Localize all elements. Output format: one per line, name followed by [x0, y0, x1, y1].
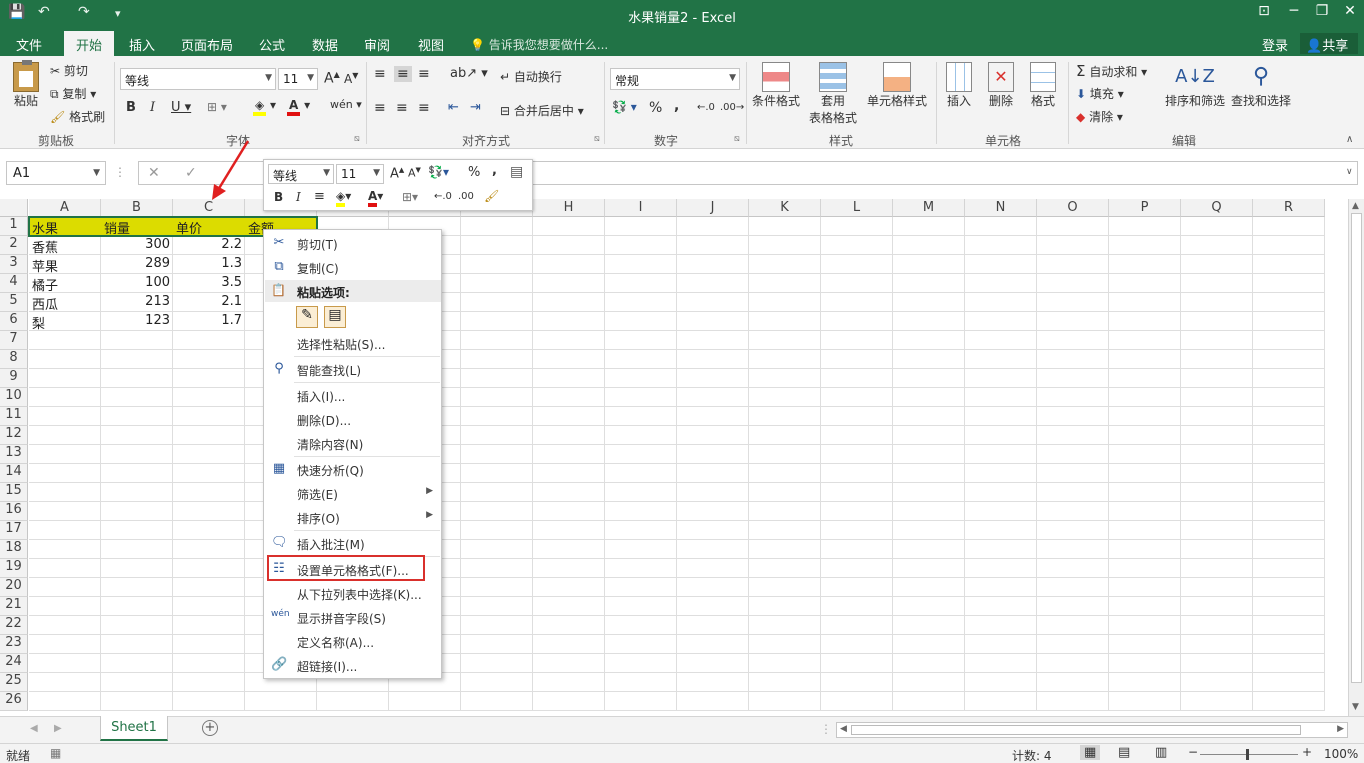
- scroll-thumb[interactable]: [1351, 213, 1362, 683]
- menu-item-copy[interactable]: ⧉ 复制(C): [265, 256, 441, 278]
- status-bar: 就绪 ▦ 计数: 4 ▦ ▤ ▥ − + 100%: [0, 743, 1364, 763]
- zoom-in-button[interactable]: +: [1302, 745, 1312, 759]
- link-icon: 🔗: [271, 657, 288, 672]
- menu-separator: [294, 530, 440, 531]
- mini-percent-button[interactable]: %: [468, 165, 480, 180]
- menu-cut-label: 剪切(T): [297, 238, 338, 252]
- menu-quick-analysis-label: 快速分析(Q): [297, 464, 364, 478]
- paste-values-icon[interactable]: ▤: [324, 306, 346, 328]
- menu-clear-label: 清除内容(N): [297, 438, 364, 452]
- annotation-arrow: [212, 140, 250, 200]
- next-sheet-icon[interactable]: ▶: [54, 723, 62, 734]
- page-layout-view-icon[interactable]: ▤: [1118, 745, 1130, 760]
- decrease-decimal-icon[interactable]: .00: [458, 191, 474, 202]
- sheet-tab-sheet1[interactable]: Sheet1: [100, 716, 168, 741]
- ready-status: 就绪: [6, 749, 31, 763]
- mini-toolbar: 等线 ▼ 11 ▼ A▲ A▼ 💱▾ % , ▤ B I ≡ ◈▾ A▾ ⊞▾ ←.…: [263, 159, 533, 211]
- scroll-right-icon[interactable]: ▶: [1337, 724, 1344, 734]
- normal-view-icon[interactable]: ▦: [1080, 745, 1101, 760]
- paste-keep-source-icon[interactable]: ✎: [296, 306, 318, 328]
- align-center-icon[interactable]: ≡: [314, 189, 325, 204]
- mini-size-combo[interactable]: 11 ▼: [336, 164, 384, 184]
- menu-filter-label: 筛选(E): [297, 488, 338, 502]
- zoom-slider-thumb[interactable]: [1246, 749, 1249, 760]
- brush-icon[interactable]: 🖌: [484, 189, 499, 203]
- menu-item-cut[interactable]: ✂ 剪切(T): [265, 232, 441, 254]
- prev-sheet-icon[interactable]: ◀: [30, 723, 38, 734]
- sheet-tab-bar: ◀ ▶ Sheet1 + ⋮ ◀ ▶: [0, 716, 1364, 743]
- menu-item-quick-analysis[interactable]: ▦ 快速分析(Q): [265, 458, 441, 480]
- count-status: 计数: 4: [1012, 749, 1052, 763]
- menu-hyperlink-label: 超链接(I)...: [297, 660, 358, 674]
- more-icon: ⋮: [820, 722, 832, 736]
- clipboard-icon: 📋: [271, 283, 286, 297]
- menu-insert-label: 插入(I)...: [297, 390, 346, 404]
- menu-sort-label: 排序(O): [297, 512, 340, 526]
- scissors-icon: ✂: [273, 235, 285, 250]
- menu-insert-comment-label: 插入批注(M): [297, 538, 365, 552]
- format-table-icon[interactable]: ▤: [510, 164, 523, 180]
- menu-item-hyperlink[interactable]: 🔗 超链接(I)...: [265, 654, 441, 676]
- mini-font-value: 等线: [273, 169, 298, 183]
- menu-item-smart-lookup[interactable]: ⚲ 智能查找(L): [265, 358, 441, 380]
- increase-decimal-icon[interactable]: ←.0: [434, 191, 452, 202]
- phonetic-icon: wén: [271, 609, 290, 619]
- macro-record-icon[interactable]: ▦: [50, 746, 61, 760]
- copy-icon: ⧉: [274, 259, 284, 274]
- scroll-up-icon[interactable]: ▲: [1352, 201, 1359, 211]
- menu-copy-label: 复制(C): [297, 262, 339, 276]
- menu-delete-label: 删除(D)...: [297, 414, 352, 428]
- grow-font-icon[interactable]: A▲: [390, 166, 404, 181]
- menu-item-insert-comment[interactable]: 🗨 插入批注(M): [265, 532, 441, 554]
- menu-separator: [294, 382, 440, 383]
- menu-item-sort[interactable]: 排序(O) ▶: [265, 506, 441, 528]
- mini-comma-button[interactable]: ,: [492, 163, 497, 178]
- accounting-format-icon[interactable]: 💱▾: [428, 165, 449, 179]
- border-icon[interactable]: ⊞▾: [402, 190, 418, 204]
- mini-bold-button[interactable]: B: [274, 190, 283, 204]
- scroll-down-icon[interactable]: ▼: [1352, 702, 1359, 712]
- menu-item-pick-list[interactable]: 从下拉列表中选择(K)...: [265, 582, 441, 604]
- menu-item-delete[interactable]: 删除(D)...: [265, 408, 441, 430]
- fill-color-icon[interactable]: ◈▾: [336, 189, 351, 207]
- horizontal-scrollbar[interactable]: ◀ ▶: [836, 722, 1348, 738]
- chevron-right-icon: ▶: [426, 510, 433, 520]
- menu-item-phonetic[interactable]: wén 显示拼音字段(S): [265, 606, 441, 628]
- mini-italic-button[interactable]: I: [296, 190, 301, 204]
- context-menu: ✂ 剪切(T) ⧉ 复制(C) 📋 粘贴选项: ✎ ▤ 选择性粘贴(S)... ⚲ 智能…: [263, 229, 442, 679]
- menu-define-name-label: 定义名称(A)...: [297, 636, 375, 650]
- paste-options-label: 粘贴选项:: [297, 286, 350, 300]
- highlight-box: [267, 555, 425, 581]
- mini-font-combo[interactable]: 等线 ▼: [268, 164, 334, 184]
- menu-separator: [294, 356, 440, 357]
- menu-phonetic-label: 显示拼音字段(S): [297, 612, 386, 626]
- zoom-slider[interactable]: [1200, 754, 1298, 755]
- font-color-icon[interactable]: A▾: [368, 189, 383, 207]
- page-break-view-icon[interactable]: ▥: [1155, 745, 1167, 760]
- magnifier-icon: ⚲: [274, 361, 284, 376]
- menu-smart-lookup-label: 智能查找(L): [297, 364, 362, 378]
- menu-paste-special-label: 选择性粘贴(S)...: [297, 338, 386, 352]
- zoom-level[interactable]: 100%: [1324, 747, 1358, 761]
- chevron-down-icon: ▼: [323, 168, 330, 178]
- scroll-left-icon[interactable]: ◀: [840, 724, 847, 734]
- chevron-right-icon: ▶: [426, 486, 433, 496]
- menu-pick-list-label: 从下拉列表中选择(K)...: [297, 588, 422, 602]
- menu-separator: [294, 456, 440, 457]
- paste-options-header: 📋 粘贴选项:: [265, 280, 441, 302]
- shrink-font-icon[interactable]: A▼: [408, 166, 421, 180]
- hscroll-thumb[interactable]: [851, 725, 1301, 735]
- chevron-down-icon: ▼: [373, 168, 380, 178]
- quick-analysis-icon: ▦: [272, 461, 286, 476]
- mini-size-value: 11: [341, 167, 357, 181]
- zoom-out-button[interactable]: −: [1188, 745, 1198, 759]
- menu-item-paste-special[interactable]: 选择性粘贴(S)...: [265, 332, 441, 354]
- vertical-scrollbar[interactable]: ▲ ▼: [1348, 199, 1364, 716]
- menu-item-insert[interactable]: 插入(I)...: [265, 384, 441, 406]
- add-sheet-button[interactable]: +: [202, 720, 218, 736]
- comment-icon: 🗨: [271, 535, 288, 550]
- menu-item-filter[interactable]: 筛选(E) ▶: [265, 482, 441, 504]
- menu-item-clear[interactable]: 清除内容(N): [265, 432, 441, 454]
- menu-item-define-name[interactable]: 定义名称(A)...: [265, 630, 441, 652]
